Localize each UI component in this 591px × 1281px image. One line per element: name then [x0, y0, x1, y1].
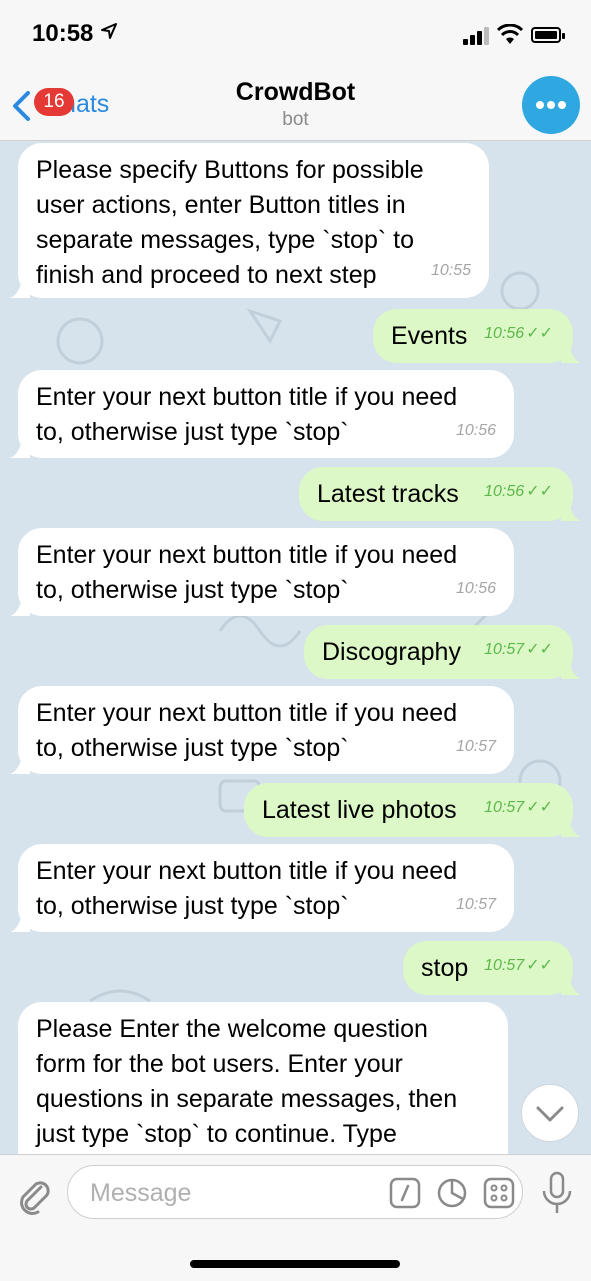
message-time: 10:57 ✓✓: [484, 641, 553, 658]
chat-subtitle: bot: [282, 109, 309, 130]
slash-command-icon: [389, 1177, 421, 1209]
outgoing-message[interactable]: Discography 10:57 ✓✓: [304, 625, 581, 679]
bot-command-button[interactable]: [389, 1177, 421, 1209]
outgoing-message[interactable]: Latest tracks 10:56 ✓✓: [299, 467, 581, 521]
message-input[interactable]: [88, 1174, 372, 1212]
microphone-icon: [542, 1171, 572, 1213]
wifi-icon: [496, 23, 524, 46]
incoming-message[interactable]: Please Enter the welcome question form f…: [18, 1002, 508, 1154]
status-bar: 10:58: [0, 0, 591, 70]
message-time: 10:56 ✓✓: [484, 325, 553, 342]
outgoing-message[interactable]: stop 10:57 ✓✓: [403, 941, 581, 995]
status-time: 10:58: [32, 20, 94, 47]
bubble-tail: [10, 596, 30, 616]
outgoing-message[interactable]: Latest live photos 10:57 ✓✓: [244, 783, 581, 837]
message-text: Please Enter the welcome question form f…: [36, 1015, 458, 1148]
message-time: 10:56: [455, 422, 496, 439]
chat-title: CrowdBot: [235, 78, 356, 106]
battery-icon: [531, 27, 565, 43]
keyboard-grid-icon: [483, 1177, 515, 1209]
message-time: 10:55: [430, 262, 471, 279]
read-checkmarks-icon: ✓✓: [526, 641, 553, 658]
incoming-message[interactable]: Enter your next button title if you need…: [10, 844, 514, 932]
bot-keyboard-button[interactable]: [483, 1177, 515, 1209]
message-text: Please specify Buttons for possible user…: [36, 156, 424, 289]
incoming-message[interactable]: Please specify Buttons for possible user…: [10, 143, 489, 298]
read-checkmarks-icon: ✓✓: [526, 483, 553, 500]
incoming-message[interactable]: Enter your next button title if you need…: [10, 686, 514, 774]
message-text: Enter your next button title if you need…: [36, 857, 458, 920]
outgoing-message[interactable]: Events 10:56 ✓✓: [373, 309, 581, 363]
bubble-tail: [10, 438, 30, 458]
read-checkmarks-icon: ✓✓: [526, 799, 553, 816]
message-time: 10:56 ✓✓: [484, 483, 553, 500]
voice-record-button[interactable]: [540, 1171, 574, 1215]
message-text: Enter your next button title if you need…: [36, 541, 458, 604]
timer-button[interactable]: [436, 1177, 468, 1209]
bubble-tail: [561, 501, 581, 521]
bubble-tail: [561, 975, 581, 995]
chevron-down-icon: [536, 1106, 564, 1122]
message-time: 10:57: [455, 896, 496, 913]
chat-header: Chats 16 CrowdBot bot: [0, 70, 591, 141]
timer-icon: [437, 1178, 467, 1208]
message-field: [67, 1165, 523, 1219]
bubble-tail: [561, 817, 581, 837]
bubble-tail: [10, 754, 30, 774]
home-indicator[interactable]: [190, 1260, 400, 1268]
paperclip-icon: [20, 1181, 50, 1215]
bubble-tail: [561, 343, 581, 363]
incoming-message[interactable]: Enter your next button title if you need…: [10, 528, 514, 616]
attach-button[interactable]: [14, 1175, 54, 1215]
message-text: Enter your next button title if you need…: [36, 383, 458, 446]
message-time: 10:57 ✓✓: [484, 957, 553, 974]
message-time: 10:57 ✓✓: [484, 799, 553, 816]
location-arrow-icon: [100, 22, 118, 46]
bubble-tail: [561, 659, 581, 679]
message-list[interactable]: Please specify Buttons for possible user…: [0, 141, 591, 1154]
read-checkmarks-icon: ✓✓: [526, 957, 553, 974]
bubble-tail: [10, 912, 30, 932]
message-time: 10:56: [455, 580, 496, 597]
incoming-message[interactable]: Enter your next button title if you need…: [10, 370, 514, 458]
message-text: Enter your next button title if you need…: [36, 699, 458, 762]
scroll-to-bottom-button[interactable]: [521, 1084, 579, 1142]
read-checkmarks-icon: ✓✓: [526, 325, 553, 342]
bubble-tail: [10, 278, 30, 298]
message-time: 10:57: [455, 738, 496, 755]
bot-avatar-button[interactable]: [522, 76, 580, 134]
cellular-signal-icon: [463, 27, 491, 45]
